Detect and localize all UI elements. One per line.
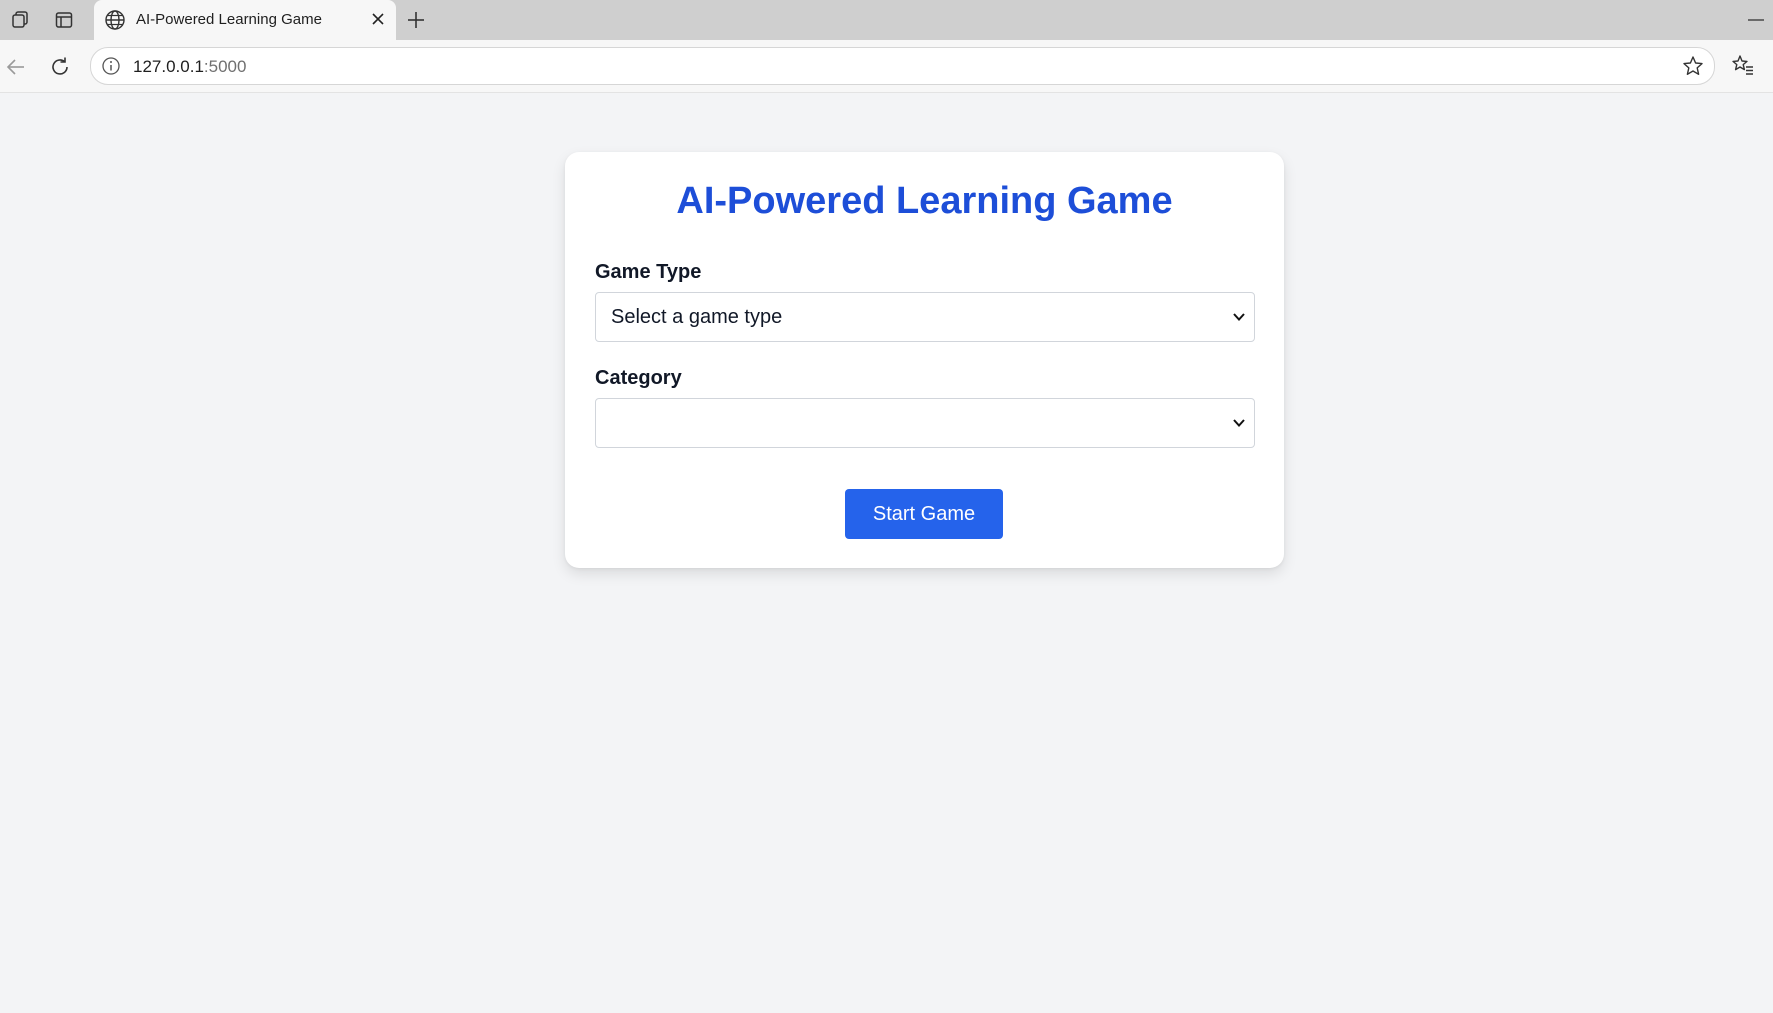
category-select[interactable] xyxy=(595,398,1255,448)
browser-toolbar: 127.0.0.1:5000 xyxy=(0,40,1773,93)
game-type-label: Game Type xyxy=(595,261,702,283)
start-game-button[interactable]: Start Game xyxy=(845,489,1003,539)
url-host: 127.0.0.1 xyxy=(133,57,204,76)
address-bar[interactable]: 127.0.0.1:5000 xyxy=(90,47,1715,85)
tab-strip: AI-Powered Learning Game xyxy=(0,0,1773,41)
active-tab[interactable]: AI-Powered Learning Game xyxy=(94,0,396,41)
url-text[interactable]: 127.0.0.1:5000 xyxy=(133,57,246,77)
tab-actions-icon[interactable] xyxy=(52,8,76,32)
globe-icon xyxy=(104,9,126,36)
tab-title: AI-Powered Learning Game xyxy=(136,11,322,28)
back-icon[interactable] xyxy=(3,54,29,80)
minimize-icon[interactable] xyxy=(1744,8,1768,32)
workspaces-icon[interactable] xyxy=(8,8,32,32)
reload-icon[interactable] xyxy=(47,54,73,80)
close-icon[interactable] xyxy=(370,11,386,32)
category-label: Category xyxy=(595,367,682,389)
info-icon[interactable] xyxy=(101,56,121,81)
page-title: AI-Powered Learning Game xyxy=(676,180,1173,222)
game-type-value: Select a game type xyxy=(611,306,783,328)
game-type-select[interactable]: Select a game type xyxy=(595,292,1255,342)
favorites-icon[interactable] xyxy=(1731,53,1755,82)
game-setup-card: AI-Powered Learning Game Game Type Selec… xyxy=(565,152,1284,568)
chevron-down-icon xyxy=(1232,416,1246,435)
chevron-down-icon xyxy=(1232,310,1246,329)
url-port: :5000 xyxy=(203,57,247,76)
plus-icon[interactable] xyxy=(404,8,428,32)
star-icon[interactable] xyxy=(1682,55,1704,82)
